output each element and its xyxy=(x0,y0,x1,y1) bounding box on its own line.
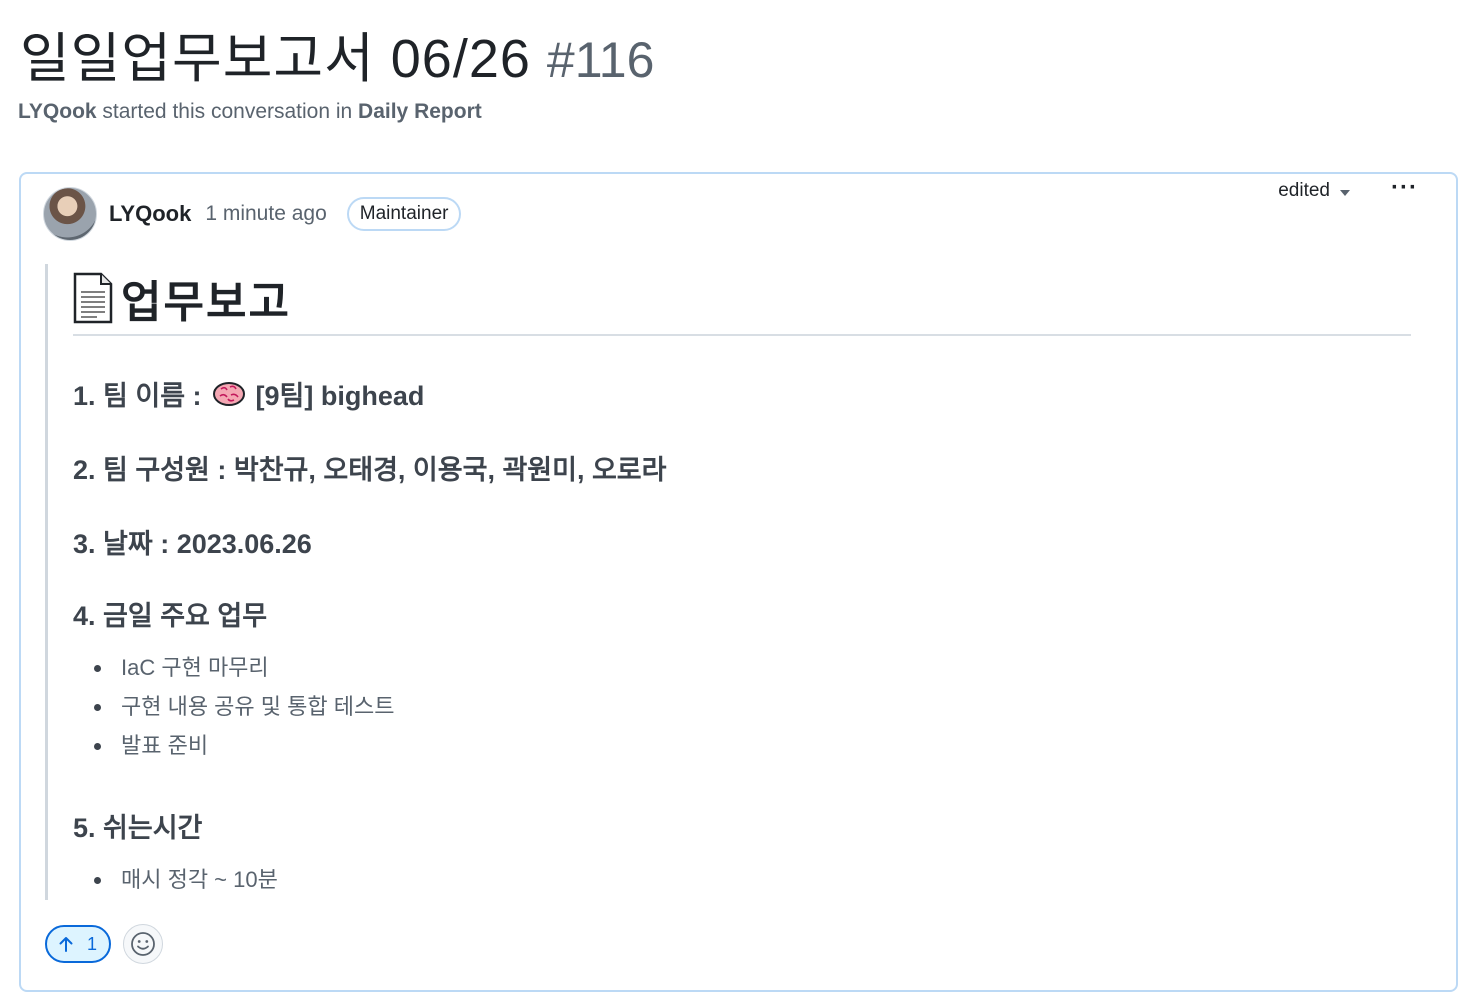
list-item: IaC 구현 마무리 xyxy=(93,652,394,691)
reactions-bar: 1 xyxy=(45,924,163,964)
comment-author[interactable]: LYQook xyxy=(109,201,191,227)
role-badge: Maintainer xyxy=(346,197,462,231)
subtitle-category-link[interactable]: Daily Report xyxy=(358,100,482,123)
section-date: 3. 날짜 : 2023.06.26 xyxy=(73,529,312,559)
discussion-title-row: 일일업무보고서 06/26 #116 xyxy=(20,14,654,93)
upvote-button[interactable]: 1 xyxy=(45,925,111,963)
section-team-name-value: [9팀] bighead xyxy=(255,381,425,411)
comment-header: LYQook 1 minute ago Maintainer edited ··… xyxy=(43,174,1436,242)
list-item: 매시 정각 ~ 10분 xyxy=(94,864,278,903)
discussion-comment-card: LYQook 1 minute ago Maintainer edited ··… xyxy=(19,172,1458,992)
discussion-title: 일일업무보고서 06/26 xyxy=(20,29,531,89)
section-team-members: 2. 팀 구성원 : 박찬규, 오태경, 이용국, 곽원미, 오로라 xyxy=(73,455,667,485)
list-item: 구현 내용 공유 및 통합 테스트 xyxy=(93,691,394,730)
section-break-time: 5. 쉬는시간 xyxy=(73,813,203,843)
section-main-tasks: 4. 금일 주요 업무 xyxy=(73,601,268,631)
caret-down-icon xyxy=(1340,190,1350,196)
brain-icon xyxy=(212,381,245,406)
discussion-number: #116 xyxy=(546,32,655,88)
edited-dropdown[interactable]: edited xyxy=(1278,180,1350,202)
edited-label: edited xyxy=(1278,180,1330,201)
comment-heading: 업무보고 xyxy=(73,266,291,330)
document-icon xyxy=(73,272,113,324)
comment-body-border xyxy=(45,264,48,900)
subtitle-text: started this conversation in xyxy=(96,100,359,123)
avatar[interactable] xyxy=(43,187,97,241)
subtitle-author-link[interactable]: LYQook xyxy=(18,100,97,123)
break-time-list: 매시 정각 ~ 10분 xyxy=(94,864,278,903)
section-team-name-label: 1. 팀 이름 : xyxy=(73,381,202,411)
smiley-icon xyxy=(131,932,155,956)
arrow-up-icon xyxy=(59,937,73,952)
discussion-page: 일일업무보고서 06/26 #116 LYQook started this c… xyxy=(0,0,1480,1001)
add-reaction-button[interactable] xyxy=(123,924,163,964)
list-item: 발표 준비 xyxy=(93,730,394,769)
heading-text: 업무보고 xyxy=(121,278,291,327)
comment-timestamp[interactable]: 1 minute ago xyxy=(205,202,326,226)
discussion-subtitle: LYQook started this conversation in Dail… xyxy=(18,100,482,124)
heading-divider xyxy=(73,334,1411,336)
main-tasks-list: IaC 구현 마무리 구현 내용 공유 및 통합 테스트 발표 준비 xyxy=(93,652,394,769)
section-team-name: 1. 팀 이름 : [9팀] bighead xyxy=(73,374,424,413)
upvote-count: 1 xyxy=(86,933,97,954)
more-options-button[interactable]: ··· xyxy=(1391,174,1418,202)
